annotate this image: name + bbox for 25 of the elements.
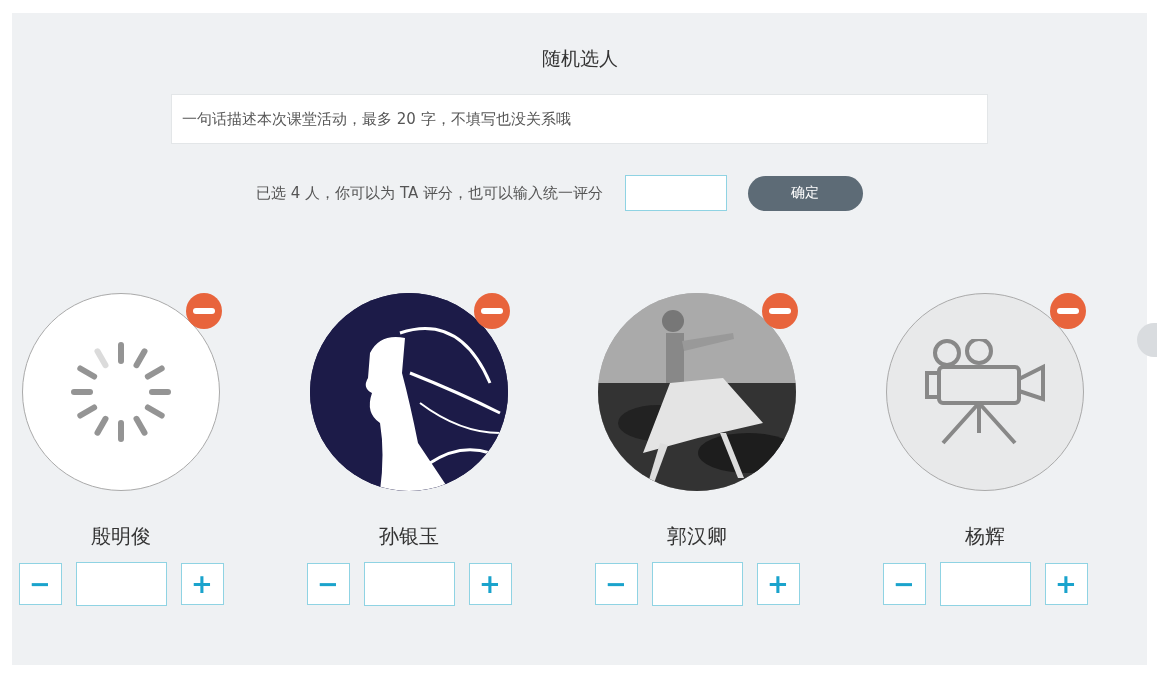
decrease-button[interactable]: −: [18, 563, 62, 605]
score-field[interactable]: [75, 562, 167, 606]
score-hint: 已选 4 人，你可以为 TA 评分，也可以输入统一评分: [256, 183, 603, 203]
remove-icon[interactable]: [474, 293, 510, 329]
dialog-title: 随机选人: [541, 46, 618, 71]
increase-button[interactable]: +: [1044, 563, 1088, 605]
increase-button[interactable]: +: [756, 563, 800, 605]
student-name: 孙银玉: [379, 523, 439, 550]
student-name: 殷明俊: [91, 523, 151, 550]
increase-button[interactable]: +: [180, 563, 224, 605]
description-field[interactable]: 一句话描述本次课堂活动，最多 20 字，不填写也没关系哦: [171, 94, 988, 144]
decrease-button[interactable]: −: [882, 563, 926, 605]
decrease-button[interactable]: −: [306, 563, 350, 605]
score-field[interactable]: [624, 175, 727, 211]
score-field[interactable]: [939, 562, 1031, 606]
student-name: 杨辉: [965, 523, 1005, 550]
movie-camera-icon: [923, 339, 1047, 445]
confirm-button[interactable]: 确定: [747, 175, 863, 211]
scroll-handle[interactable]: [1137, 323, 1157, 357]
score-field[interactable]: [363, 562, 455, 606]
decrease-button[interactable]: −: [594, 563, 638, 605]
loading-spinner-icon: [69, 340, 173, 444]
student-name: 郭汉卿: [667, 523, 727, 550]
score-field[interactable]: [651, 562, 743, 606]
increase-button[interactable]: +: [468, 563, 512, 605]
